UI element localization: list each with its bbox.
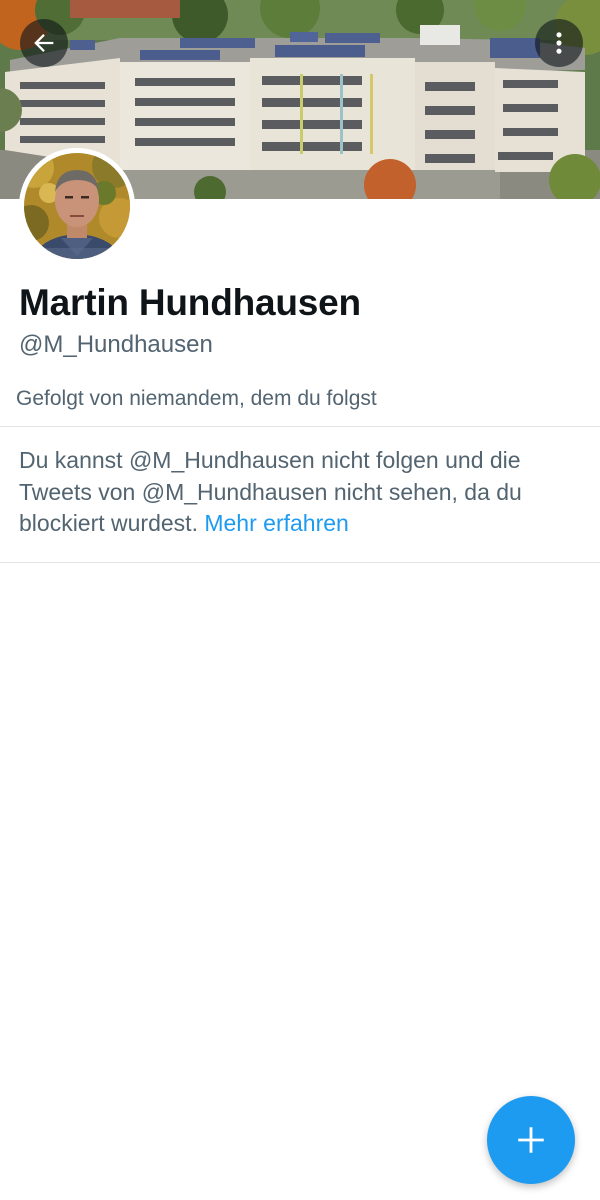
compose-tweet-button[interactable] (487, 1096, 575, 1184)
back-button[interactable] (20, 19, 68, 67)
blocked-notice: Du kannst @M_Hundhausen nicht folgen und… (19, 445, 584, 540)
profile-handle: @M_Hundhausen (19, 331, 213, 358)
avatar[interactable] (19, 148, 135, 264)
divider (0, 426, 600, 427)
followed-by-text[interactable]: Gefolgt von niemandem, dem du folgst (16, 387, 377, 411)
more-vertical-icon (556, 32, 562, 54)
more-options-button[interactable] (535, 19, 583, 67)
plus-icon (518, 1127, 544, 1153)
profile-display-name: Martin Hundhausen (19, 282, 361, 323)
avatar-image (19, 148, 135, 264)
learn-more-link[interactable]: Mehr erfahren (204, 510, 348, 536)
profile-page: Martin Hundhausen @M_Hundhausen Gefolgt … (0, 0, 600, 1200)
arrow-left-icon (34, 34, 54, 52)
divider (0, 562, 600, 563)
